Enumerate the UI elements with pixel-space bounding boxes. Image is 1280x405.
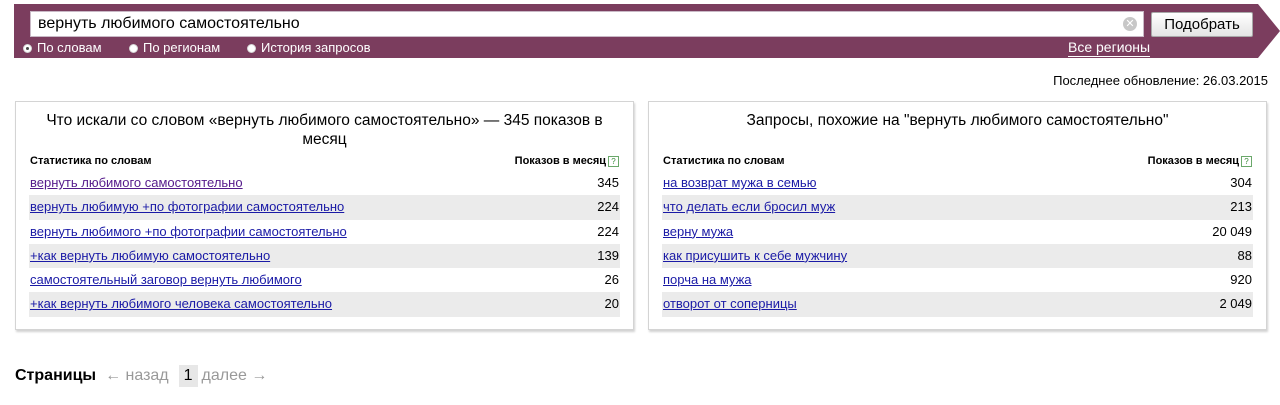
right-stats-rows: на возврат мужа в семью 304 что делать е… [662, 171, 1253, 317]
show-count: 20 049 [1212, 223, 1252, 239]
search-input[interactable] [31, 12, 1118, 36]
mode-radio-history[interactable]: История запросов [247, 40, 371, 56]
right-col-shows-label: Показов в месяц [1147, 155, 1239, 167]
table-row: самостоятельный заговор вернуть любимого… [29, 268, 620, 292]
phrase-link[interactable]: отворот от соперницы [663, 292, 797, 316]
show-count: 26 [604, 272, 619, 288]
pagination: Страницы ← назад 1 далее → [15, 365, 267, 387]
show-count: 2 049 [1219, 296, 1252, 312]
left-stats-panel: Что искали со словом «вернуть любимого с… [15, 101, 634, 330]
left-stats-rows: вернуть любимого самостоятельно 345 верн… [29, 171, 620, 317]
table-row: порча на мужа 920 [662, 268, 1253, 292]
radio-unselected-icon [129, 44, 138, 53]
search-header-band: ✕ Подобрать По словам По регионам Истори… [14, 4, 1280, 58]
clear-search-icon[interactable]: ✕ [1123, 17, 1137, 31]
table-row: вернуть любимого самостоятельно 345 [29, 171, 620, 195]
show-count: 139 [597, 247, 619, 263]
phrase-link[interactable]: на возврат мужа в семью [663, 171, 816, 195]
table-row: вернуть любимого +по фотографии самостоя… [29, 220, 620, 244]
right-panel-title: Запросы, похожие на "вернуть любимого са… [746, 112, 1169, 129]
show-count: 213 [1230, 199, 1252, 215]
table-row: отворот от соперницы 2 049 [662, 292, 1253, 317]
phrase-link[interactable]: верну мужа [663, 220, 733, 244]
table-row: что делать если бросил муж 213 [662, 195, 1253, 220]
left-col-words-header: Статистика по словам [30, 155, 152, 167]
mode-label-history: История запросов [261, 40, 371, 55]
table-row: +как вернуть любимую самостоятельно 139 [29, 243, 620, 269]
pagination-current-page: 1 [178, 365, 198, 387]
phrase-link[interactable]: +как вернуть любимую самостоятельно [30, 244, 270, 268]
mode-radio-by-regions[interactable]: По регионам [129, 40, 220, 56]
phrase-link[interactable]: как присушить к себе мужчину [663, 244, 847, 268]
right-col-words-header: Статистика по словам [663, 155, 785, 167]
radio-selected-icon [23, 44, 32, 53]
show-count: 88 [1237, 247, 1252, 263]
mode-label-by-regions: По регионам [143, 40, 221, 55]
phrase-link[interactable]: вернуть любимого +по фотографии самостоя… [30, 220, 347, 244]
left-col-shows-label: Показов в месяц [514, 155, 606, 167]
left-col-shows-header: Показов в месяц? [515, 154, 619, 168]
show-count: 304 [1230, 175, 1252, 190]
submit-button[interactable]: Подобрать [1151, 12, 1253, 37]
show-count: 224 [597, 199, 619, 215]
phrase-link[interactable]: вернуть любимую +по фотографии самостоят… [30, 195, 344, 219]
left-panel-title: Что искали со словом «вернуть любимого с… [46, 112, 603, 148]
show-count: 345 [597, 175, 619, 190]
phrase-link[interactable]: +как вернуть любимого человека самостоят… [30, 292, 332, 316]
right-col-shows-header: Показов в месяц? [1148, 154, 1252, 168]
table-row: вернуть любимую +по фотографии самостоят… [29, 195, 620, 220]
all-regions-link[interactable]: Все регионы [1068, 38, 1151, 57]
last-update-text: Последнее обновление: 26.03.2015 [1053, 73, 1268, 88]
phrase-link[interactable]: самостоятельный заговор вернуть любимого [30, 268, 302, 292]
table-row: на возврат мужа в семью 304 [662, 171, 1253, 195]
mode-radio-by-words[interactable]: По словам [23, 40, 102, 56]
phrase-link[interactable]: что делать если бросил муж [663, 195, 835, 219]
pagination-next: далее → [201, 367, 268, 384]
show-count: 224 [597, 223, 619, 239]
table-row: как присушить к себе мужчину 88 [662, 243, 1253, 269]
radio-unselected-icon [247, 44, 256, 53]
mode-label-by-words: По словам [37, 40, 102, 55]
table-row: верну мужа 20 049 [662, 220, 1253, 244]
help-icon[interactable]: ? [608, 156, 619, 167]
show-count: 920 [1230, 272, 1252, 288]
pagination-prev: ← назад [105, 367, 169, 384]
show-count: 20 [604, 296, 619, 312]
phrase-link[interactable]: вернуть любимого самостоятельно [30, 171, 243, 195]
search-box: ✕ [30, 11, 1144, 37]
right-stats-panel: Запросы, похожие на "вернуть любимого са… [648, 101, 1267, 330]
help-icon[interactable]: ? [1241, 156, 1252, 167]
table-row: +как вернуть любимого человека самостоят… [29, 292, 620, 317]
phrase-link[interactable]: порча на мужа [663, 268, 752, 292]
pagination-label: Страницы [15, 367, 97, 384]
